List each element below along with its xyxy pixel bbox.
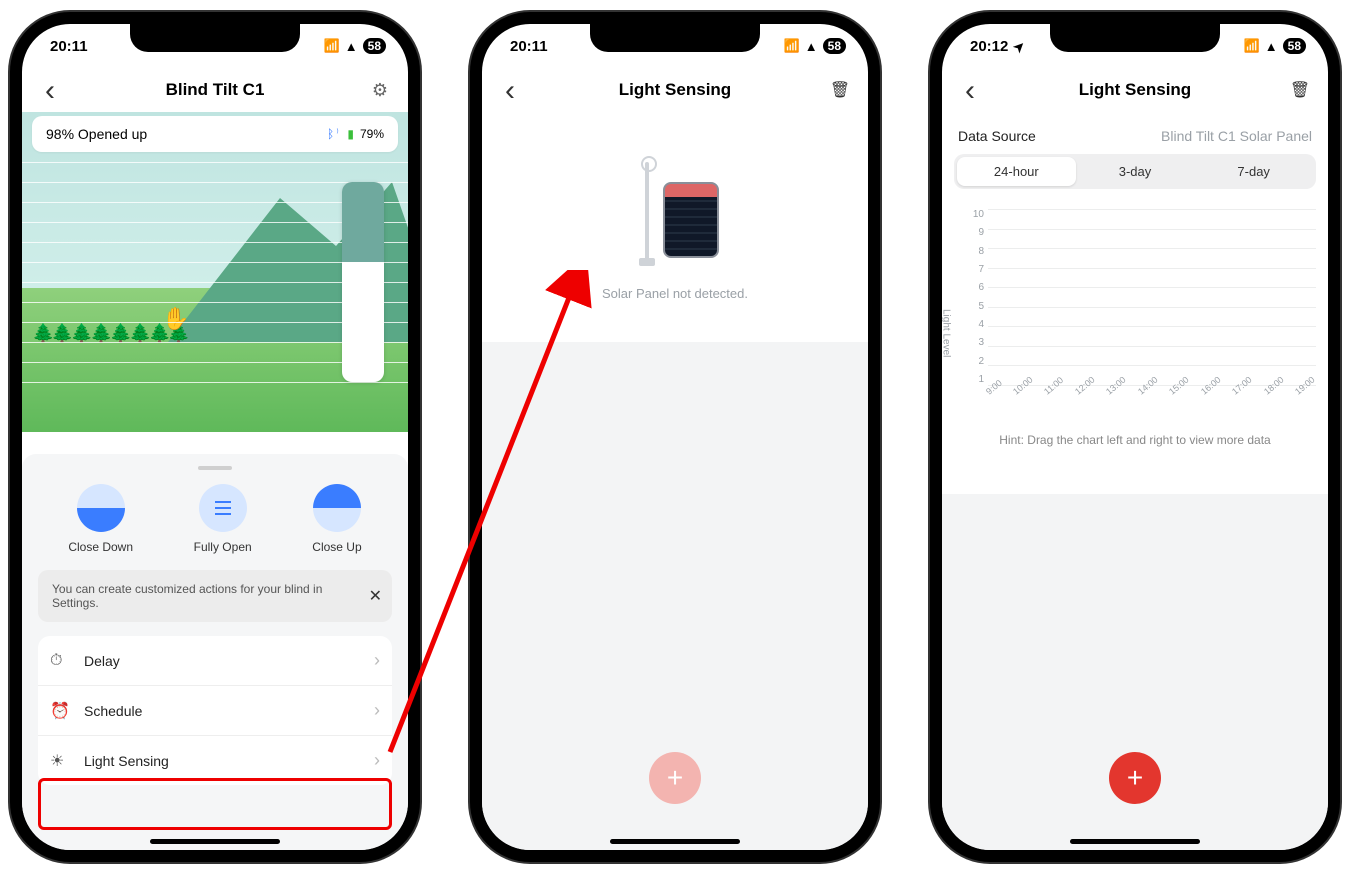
seg-24h[interactable]: 24-hour <box>957 157 1076 186</box>
location-icon <box>1012 38 1025 55</box>
close-up-label: Close Up <box>312 540 361 554</box>
fully-open-label: Fully Open <box>194 540 252 554</box>
blind-illustration: 🌲🌲🌲🌲🌲🌲🌲🌲 ✋ <box>22 112 408 432</box>
custom-actions-tip: You can create customized actions for yo… <box>38 570 392 622</box>
close-up-button[interactable]: Close Up <box>312 484 361 554</box>
features-menu: ⏱ Delay › ⏰ Schedule › ☀ Light Sensing › <box>38 636 392 785</box>
home-indicator[interactable] <box>610 839 740 844</box>
gridlines <box>988 209 1316 385</box>
seg-3d[interactable]: 3-day <box>1076 157 1195 186</box>
range-segmented-control: 24-hour 3-day 7-day <box>954 154 1316 189</box>
schedule-icon: ⏰ <box>50 701 72 721</box>
data-source-row[interactable]: Data Source Blind Tilt C1 Solar Panel <box>942 112 1328 154</box>
light-sensing-row[interactable]: ☀ Light Sensing › <box>38 736 392 785</box>
control-sheet: Close Down Fully Open Close Up You can c… <box>22 454 408 850</box>
home-indicator[interactable] <box>1070 839 1200 844</box>
battery-pct: 79% <box>360 127 384 141</box>
settings-button[interactable] <box>366 76 394 104</box>
phone-blind-control: 20:11 📶 ▲ 58 Blind Tilt C1 98% Opened up… <box>10 12 420 862</box>
cellular-icon: 📶 <box>324 38 340 54</box>
seg-7d[interactable]: 7-day <box>1194 157 1313 186</box>
clock: 20:11 <box>50 38 88 55</box>
battery-indicator: 58 <box>1283 38 1306 54</box>
y-axis-label: Light Level <box>941 309 952 357</box>
page-title: Light Sensing <box>984 80 1286 100</box>
close-down-label: Close Down <box>68 540 133 554</box>
back-button[interactable] <box>36 76 64 104</box>
x-ticks: 9:0010:0011:0012:0013:0014:0015:0016:001… <box>984 389 1316 409</box>
nav-bar: Blind Tilt C1 <box>22 68 408 112</box>
light-sensing-label: Light Sensing <box>84 753 169 769</box>
annotation-highlight <box>38 778 392 830</box>
fully-open-icon <box>199 484 247 532</box>
chevron-right-icon: › <box>374 750 380 771</box>
bluetooth-icon: ᛒ⁾ <box>327 127 341 141</box>
solar-panel-message: Solar Panel not detected. <box>482 286 868 301</box>
nav-bar: Light Sensing <box>482 68 868 112</box>
tilt-slider-thumb[interactable] <box>342 182 384 262</box>
open-status-text: 98% Opened up <box>46 126 147 142</box>
chart-hint: Hint: Drag the chart left and right to v… <box>942 433 1328 447</box>
notch <box>130 24 300 52</box>
close-up-icon <box>313 484 361 532</box>
wifi-icon: ▲ <box>1265 39 1278 54</box>
tilt-slider[interactable] <box>342 182 384 382</box>
add-button[interactable]: + <box>1109 752 1161 804</box>
phone-light-sensing-empty: 20:11 📶 ▲ 58 Light Sensing Solar Panel n… <box>470 12 880 862</box>
clock: 20:12 <box>970 38 1008 55</box>
delete-button[interactable] <box>826 76 854 104</box>
schedule-label: Schedule <box>84 703 142 719</box>
battery-indicator: 58 <box>363 38 386 54</box>
dismiss-tip-button[interactable]: ✕ <box>369 586 382 606</box>
wifi-icon: ▲ <box>345 39 358 54</box>
page-title: Blind Tilt C1 <box>64 80 366 100</box>
data-source-label: Data Source <box>958 128 1036 144</box>
fully-open-button[interactable]: Fully Open <box>194 484 252 554</box>
chevron-right-icon: › <box>374 650 380 671</box>
clock: 20:11 <box>510 38 548 55</box>
light-level-chart[interactable]: Light Level 10987654321 9:0010:0011:0012… <box>954 209 1316 409</box>
wifi-icon: ▲ <box>805 39 818 54</box>
notch <box>590 24 760 52</box>
open-status-card: 98% Opened up ᛒ⁾ ▮ 79% <box>32 116 398 152</box>
y-ticks: 10987654321 <box>964 209 984 385</box>
add-button[interactable]: + <box>649 752 701 804</box>
solar-panel-illustration <box>625 152 725 272</box>
delay-icon: ⏱ <box>50 652 72 670</box>
delay-row[interactable]: ⏱ Delay › <box>38 636 392 686</box>
back-button[interactable] <box>956 76 984 104</box>
nav-bar: Light Sensing <box>942 68 1328 112</box>
notch <box>1050 24 1220 52</box>
battery-icon: ▮ <box>347 127 354 141</box>
battery-indicator: 58 <box>823 38 846 54</box>
page-title: Light Sensing <box>524 80 826 100</box>
home-indicator[interactable] <box>150 839 280 844</box>
tip-text: You can create customized actions for yo… <box>52 582 322 610</box>
cellular-icon: 📶 <box>784 38 800 54</box>
chevron-right-icon: › <box>374 700 380 721</box>
light-sensing-icon: ☀ <box>50 751 72 771</box>
close-down-button[interactable]: Close Down <box>68 484 133 554</box>
delay-label: Delay <box>84 653 120 669</box>
delete-button[interactable] <box>1286 76 1314 104</box>
close-down-icon <box>77 484 125 532</box>
schedule-row[interactable]: ⏰ Schedule › <box>38 686 392 736</box>
back-button[interactable] <box>496 76 524 104</box>
cellular-icon: 📶 <box>1244 38 1260 54</box>
sheet-grabber[interactable] <box>198 466 232 470</box>
phone-light-sensing-chart: 20:12 📶 ▲ 58 Light Sensing Data Source B… <box>930 12 1340 862</box>
data-source-value: Blind Tilt C1 Solar Panel <box>1161 128 1312 144</box>
